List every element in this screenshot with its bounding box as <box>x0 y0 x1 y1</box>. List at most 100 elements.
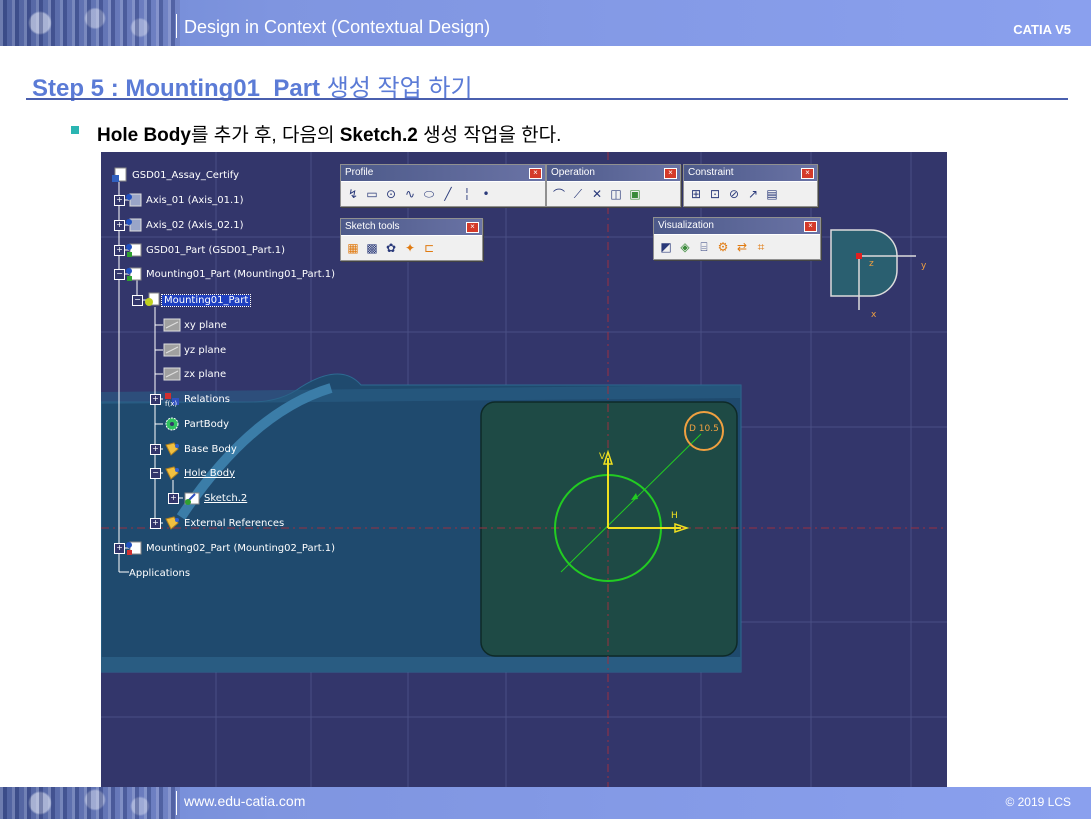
tree-label: Mounting02_Part (Mounting02_Part.1) <box>146 542 336 554</box>
tree-item-axis01[interactable]: Axis_01 (Axis_01.1) <box>125 192 245 208</box>
tree-item-mounting02[interactable]: Mounting02_Part (Mounting02_Part.1) <box>125 540 337 556</box>
tree-item-external-references[interactable]: External References <box>163 515 286 531</box>
compass-y: y <box>921 261 927 271</box>
snap-icon[interactable]: ▩ <box>364 240 380 256</box>
plane-icon <box>163 317 181 333</box>
body-icon <box>163 441 181 457</box>
close-icon[interactable]: × <box>664 168 677 179</box>
toolbar-title-text: Profile <box>345 167 374 178</box>
profile-icon[interactable]: ↯ <box>345 186 361 202</box>
tree-item-applications[interactable]: Applications <box>127 565 192 581</box>
collapse-toggle[interactable]: − <box>114 269 125 280</box>
collapse-toggle[interactable]: − <box>132 295 143 306</box>
tree-label: Applications <box>129 567 191 579</box>
constraint-dialog-icon[interactable]: ⊞ <box>688 186 704 202</box>
spline-icon[interactable]: ∿ <box>402 186 418 202</box>
animate-icon[interactable]: ↗ <box>745 186 761 202</box>
expand-toggle[interactable]: + <box>114 543 125 554</box>
bullet-text-2: 를 추가 후, 다음의 <box>190 125 340 146</box>
tree-item-mounting01-part[interactable]: Mounting01_Part <box>143 292 252 308</box>
tree-label: Sketch.2 <box>204 492 248 504</box>
tree-label: Mounting01_Part <box>160 293 252 307</box>
sketch-tools-toolbar[interactable]: Sketch tools × ▦ ▩ ✿ ✦ ⊏ <box>340 218 483 261</box>
line-icon[interactable]: ╱ <box>440 186 456 202</box>
diagnostics-icon[interactable]: ⚙ <box>715 239 731 255</box>
axis-icon[interactable]: ╎ <box>459 186 475 202</box>
toolbar-title-text: Sketch tools <box>345 221 400 232</box>
plane-icon <box>163 366 181 382</box>
geometrical-constraints-icon[interactable]: ✦ <box>402 240 418 256</box>
mirror-icon[interactable]: ◫ <box>608 186 624 202</box>
component-icon <box>125 540 143 556</box>
body-icon <box>163 465 181 481</box>
tree-label: GSD01_Part (GSD01_Part.1) <box>146 244 286 256</box>
tree-item-zx-plane[interactable]: zx plane <box>163 366 228 382</box>
constraint-toolbar[interactable]: Constraint × ⊞ ⊡ ⊘ ↗ ▤ <box>683 164 818 207</box>
tree-label: GSD01_Assay_Certify <box>132 169 240 181</box>
point-icon[interactable]: • <box>478 186 494 202</box>
collapse-toggle[interactable]: − <box>150 468 161 479</box>
corner-icon[interactable]: ⌒ <box>551 186 567 202</box>
catia-viewport[interactable]: D 10.5 H V z y x GSD01_Assay_Certify Axi… <box>101 152 947 787</box>
expand-toggle[interactable]: + <box>114 220 125 231</box>
geometric-display-icon[interactable]: ⌗ <box>753 239 769 255</box>
tree-label: Hole Body <box>184 467 235 479</box>
constraint-icon[interactable]: ⊡ <box>707 186 723 202</box>
tree-item-relations[interactable]: f(x) Relations <box>163 391 232 408</box>
chamfer-icon[interactable]: ⟋ <box>570 186 586 202</box>
tree-item-base-body[interactable]: Base Body <box>163 441 239 457</box>
cut-part-icon[interactable]: ◩ <box>658 239 674 255</box>
footer-bar: www.edu-catia.com © 2019 LCS <box>0 787 1091 819</box>
close-icon[interactable]: × <box>801 168 814 179</box>
tree-item-axis02[interactable]: Axis_02 (Axis_02.1) <box>125 217 245 233</box>
tree-label: Relations <box>184 393 230 405</box>
tree-item-gsd01-part[interactable]: GSD01_Part (GSD01_Part.1) <box>125 242 287 258</box>
tree-item-mounting01[interactable]: Mounting01_Part (Mounting01_Part.1) <box>125 266 337 282</box>
expand-toggle[interactable]: + <box>114 245 125 256</box>
edit-multi-icon[interactable]: ▤ <box>764 186 780 202</box>
tree-item-yz-plane[interactable]: yz plane <box>163 342 228 358</box>
profile-toolbar[interactable]: Profile × ↯ ▭ ⊙ ∿ ⬭ ╱ ╎ • <box>340 164 546 207</box>
tree-label: xy plane <box>184 319 227 331</box>
operation-toolbar[interactable]: Operation × ⌒ ⟋ ✕ ◫ ▣ <box>546 164 681 207</box>
tree-label: yz plane <box>184 344 227 356</box>
expand-toggle[interactable]: + <box>114 195 125 206</box>
circle-icon[interactable]: ⊙ <box>383 186 399 202</box>
component-icon <box>125 242 143 258</box>
project-icon[interactable]: ▣ <box>627 186 643 202</box>
gear-icon <box>163 416 181 432</box>
footer-website[interactable]: www.edu-catia.com <box>184 793 305 809</box>
cylinder-icon[interactable]: ⌸ <box>696 239 712 255</box>
tree-item-sketch2[interactable]: Sketch.2 <box>183 490 249 506</box>
part-lower-edge <box>101 657 741 672</box>
tree-label: PartBody <box>184 418 229 430</box>
construction-icon[interactable]: ✿ <box>383 240 399 256</box>
tree-label: External References <box>184 517 285 529</box>
expand-toggle[interactable]: + <box>150 394 161 405</box>
svg-text:f(x): f(x) <box>165 400 177 407</box>
dimension-value[interactable]: D 10.5 <box>689 424 719 434</box>
close-icon[interactable]: × <box>529 168 542 179</box>
expand-toggle[interactable]: + <box>150 444 161 455</box>
tree-item-partbody[interactable]: PartBody <box>163 416 231 432</box>
sketch-icon <box>183 490 201 506</box>
tree-item-hole-body[interactable]: Hole Body <box>163 465 237 481</box>
dimensional-constraints-icon[interactable]: ⊏ <box>421 240 437 256</box>
dimensional-display-icon[interactable]: ⇄ <box>734 239 750 255</box>
expand-toggle[interactable]: + <box>168 493 179 504</box>
grid-icon[interactable]: ▦ <box>345 240 361 256</box>
visualization-toolbar[interactable]: Visualization × ◩ ◈ ⌸ ⚙ ⇄ ⌗ <box>653 217 821 260</box>
header-product: CATIA V5 <box>1013 22 1071 37</box>
sketch-plane-icon[interactable]: ◈ <box>677 239 693 255</box>
contact-icon[interactable]: ⊘ <box>726 186 742 202</box>
trim-icon[interactable]: ✕ <box>589 186 605 202</box>
ellipse-icon[interactable]: ⬭ <box>421 186 437 202</box>
component-icon <box>125 266 143 282</box>
tree-item-assembly[interactable]: GSD01_Assay_Certify <box>111 167 241 183</box>
visualization-toolbar-title: Visualization × <box>654 218 820 234</box>
close-icon[interactable]: × <box>804 221 817 232</box>
expand-toggle[interactable]: + <box>150 518 161 529</box>
close-icon[interactable]: × <box>466 222 479 233</box>
tree-item-xy-plane[interactable]: xy plane <box>163 317 229 333</box>
rectangle-icon[interactable]: ▭ <box>364 186 380 202</box>
